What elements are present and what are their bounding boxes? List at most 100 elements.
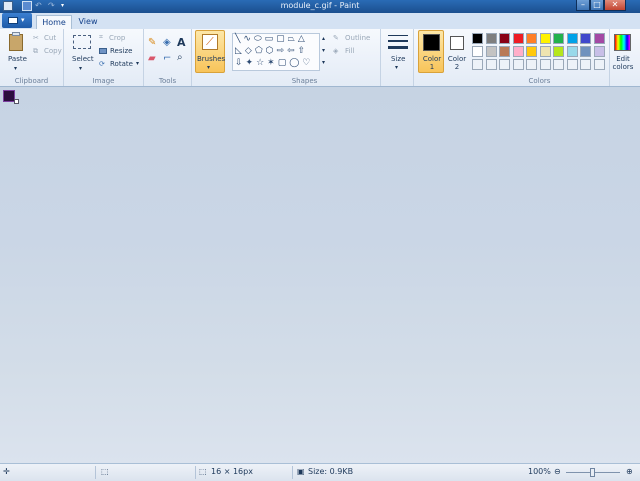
paste-icon xyxy=(9,34,23,51)
outline-button[interactable]: Outline xyxy=(345,34,370,42)
status-separator xyxy=(292,466,293,479)
palette-empty-swatch[interactable] xyxy=(499,59,510,70)
colors-group: Colors xyxy=(470,29,610,86)
fill-button[interactable]: Fill xyxy=(345,47,354,55)
palette-color-swatch[interactable] xyxy=(566,33,578,44)
size-button[interactable]: Size xyxy=(391,55,405,63)
color2-swatch[interactable] xyxy=(450,36,464,50)
paint-menu-icon xyxy=(8,17,18,24)
minimize-button[interactable]: – xyxy=(576,0,590,11)
rotate-button[interactable]: Rotate xyxy=(110,60,133,68)
select-button[interactable]: Select xyxy=(72,55,94,63)
palette-empty-swatch[interactable] xyxy=(526,59,537,70)
ribbon-tabs: ▾ Home View xyxy=(0,13,640,30)
zoom-out-icon[interactable]: ⊖ xyxy=(554,467,561,476)
palette-empty-swatch[interactable] xyxy=(580,59,591,70)
crop-button[interactable]: Crop xyxy=(109,34,125,42)
chevron-down-icon: ▾ xyxy=(21,16,25,24)
status-separator xyxy=(195,466,196,479)
edit-colors-group: Edit colors xyxy=(610,29,640,86)
palette-color-swatch[interactable] xyxy=(512,46,524,57)
palette-empty-swatch[interactable] xyxy=(472,59,483,70)
palette-empty-swatch[interactable] xyxy=(593,59,605,70)
crop-icon: ⌗ xyxy=(99,33,103,41)
ribbon: Paste ▾ ✂ Cut ⧉ Copy Clipboard Select ▾ … xyxy=(0,29,640,87)
palette-color-swatch[interactable] xyxy=(553,46,564,57)
shapes-row-3[interactable]: ⇩✦☆✶▢◯♡ xyxy=(235,58,313,68)
palette-color-swatch[interactable] xyxy=(499,33,510,44)
palette-color-swatch[interactable] xyxy=(593,46,605,57)
fill-icon: ◈ xyxy=(333,47,339,55)
zoom-level: 100% xyxy=(528,467,551,476)
palette-color-swatch[interactable] xyxy=(472,33,483,44)
palette-color-swatch[interactable] xyxy=(580,33,591,44)
paste-button[interactable]: Paste xyxy=(8,55,27,63)
shapes-expand-icon[interactable]: ▾ xyxy=(322,59,325,66)
active-colors: Color 1 Color 2 xyxy=(416,29,468,86)
text-tool-icon[interactable]: A xyxy=(177,36,186,49)
palette-color-swatch[interactable] xyxy=(526,46,537,57)
tab-view[interactable]: View xyxy=(74,15,102,29)
palette-color-swatch[interactable] xyxy=(499,46,510,57)
shapes-row-1[interactable]: ╲∿⬭▭▢⏢△ xyxy=(235,34,308,44)
color2-button[interactable]: Color 2 xyxy=(446,55,468,71)
size-dropdown-icon[interactable]: ▾ xyxy=(395,64,398,71)
maximize-button[interactable]: □ xyxy=(590,0,604,11)
select-dropdown-icon[interactable]: ▾ xyxy=(79,65,82,72)
palette-color-swatch[interactable] xyxy=(580,46,591,57)
color1-label: Color 1 xyxy=(422,55,442,71)
resize-button[interactable]: Resize xyxy=(110,47,132,55)
clipboard-group-label: Clipboard xyxy=(14,77,49,85)
color1-swatch xyxy=(423,34,440,51)
zoom-slider-thumb[interactable] xyxy=(590,468,595,477)
palette-color-swatch[interactable] xyxy=(472,46,483,57)
fill-bucket-icon[interactable]: ◈ xyxy=(163,37,171,48)
tab-home[interactable]: Home xyxy=(36,15,72,30)
paste-dropdown-icon[interactable]: ▾ xyxy=(14,65,17,72)
rotate-dropdown-icon[interactable]: ▾ xyxy=(136,60,139,67)
palette-empty-swatch[interactable] xyxy=(539,59,551,70)
edit-colors-button[interactable]: Edit colors xyxy=(611,55,635,71)
zoom-in-icon[interactable]: ⊕ xyxy=(626,467,633,476)
palette-empty-swatch[interactable] xyxy=(485,59,497,70)
magnifier-icon[interactable]: ⌕ xyxy=(177,52,183,63)
palette-color-swatch[interactable] xyxy=(526,33,537,44)
brushes-group: ⟋ Brushes ▾ xyxy=(192,29,228,86)
clipboard-group: Paste ▾ ✂ Cut ⧉ Copy Clipboard xyxy=(0,29,64,86)
paint-menu-button[interactable]: ▾ xyxy=(2,13,32,28)
brushes-label: Brushes xyxy=(197,55,226,63)
paste-clip-icon xyxy=(12,32,20,36)
size-line-1 xyxy=(388,35,408,36)
pencil-icon[interactable]: ✎ xyxy=(148,37,156,48)
shapes-row-2[interactable]: ◺◇⬠⬡⇨⇦⇧ xyxy=(235,46,308,56)
eraser-icon[interactable]: ▰ xyxy=(148,53,156,64)
rotate-icon: ⟳ xyxy=(99,60,105,68)
edit-colors-icon xyxy=(614,34,631,51)
cut-button[interactable]: Cut xyxy=(44,34,56,42)
disk-icon: ▣ xyxy=(297,467,305,476)
palette-empty-swatch[interactable] xyxy=(566,59,578,70)
title-bar: ↶ ↷ ▾ module_c.gif - Paint – □ ✕ xyxy=(0,0,640,13)
palette-color-swatch[interactable] xyxy=(566,46,578,57)
color-picker-icon[interactable]: ⌐ xyxy=(163,53,171,64)
shapes-scroll-down-icon[interactable]: ▾ xyxy=(322,47,325,54)
palette-color-swatch[interactable] xyxy=(485,46,497,57)
file-size: Size: 0.9KB xyxy=(308,467,354,476)
tools-group-label: Tools xyxy=(158,77,177,85)
brushes-dropdown-icon[interactable]: ▾ xyxy=(207,64,210,71)
palette-empty-swatch[interactable] xyxy=(553,59,564,70)
close-button[interactable]: ✕ xyxy=(604,0,626,11)
palette-empty-swatch[interactable] xyxy=(512,59,524,70)
palette-color-swatch[interactable] xyxy=(539,46,551,57)
shapes-scroll-up-icon[interactable]: ▴ xyxy=(322,35,325,42)
palette-color-swatch[interactable] xyxy=(512,33,524,44)
cut-icon: ✂ xyxy=(33,34,39,42)
size-line-2 xyxy=(388,40,408,42)
copy-button[interactable]: Copy xyxy=(44,47,62,55)
palette-color-swatch[interactable] xyxy=(553,33,564,44)
palette-color-swatch[interactable] xyxy=(593,33,605,44)
palette-color-swatch[interactable] xyxy=(485,33,497,44)
canvas-resize-handle[interactable] xyxy=(14,99,19,104)
palette-color-swatch[interactable] xyxy=(539,33,551,44)
select-icon xyxy=(73,35,91,49)
